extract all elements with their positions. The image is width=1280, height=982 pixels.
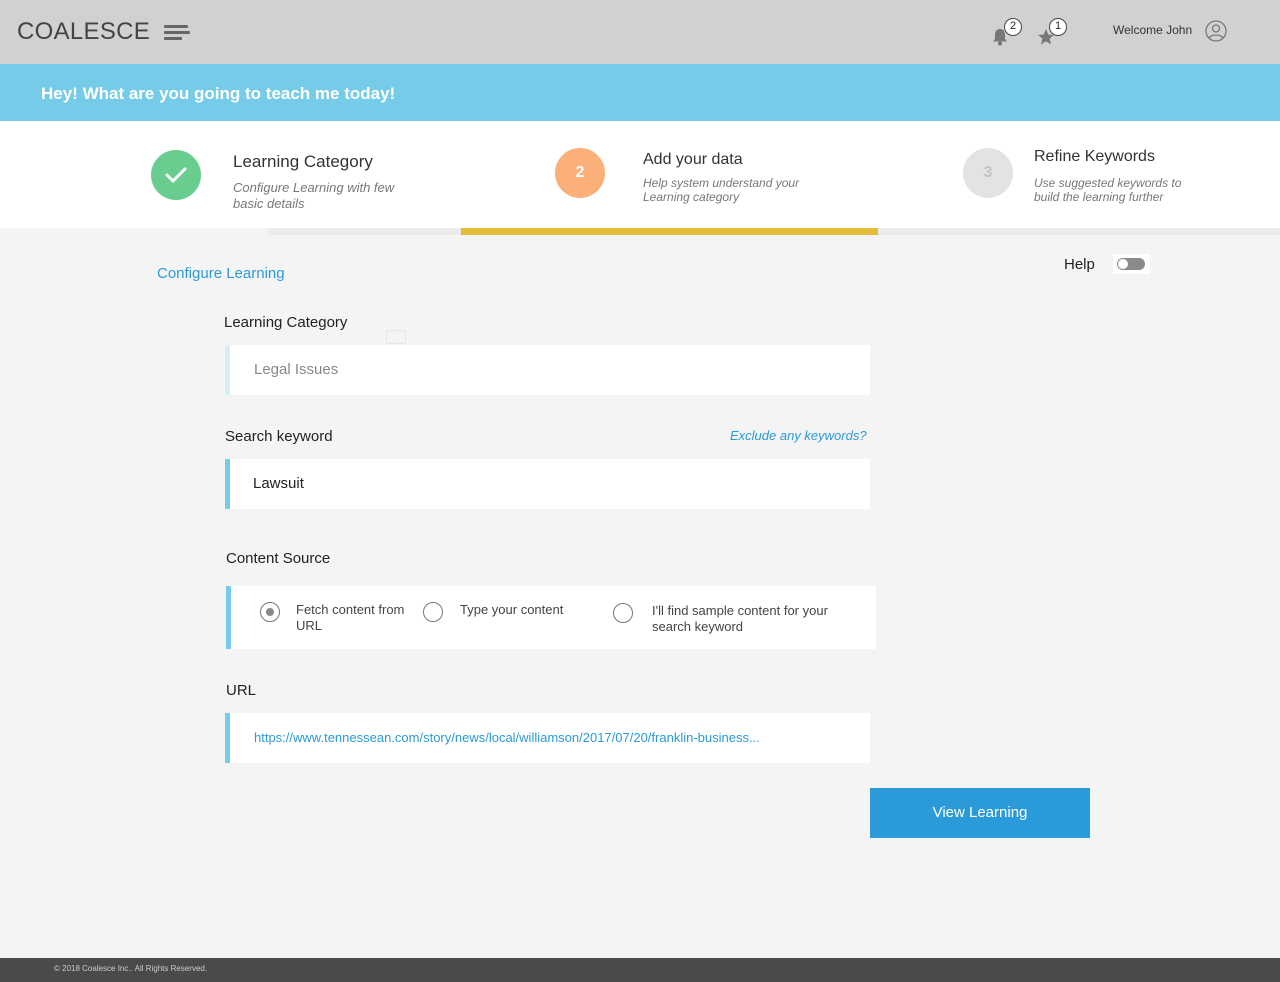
help-toggle[interactable] (1113, 254, 1150, 274)
keyword-label: Search keyword (225, 428, 333, 445)
favorites-button[interactable]: 1 (1037, 18, 1067, 48)
step-1-title: Learning Category (233, 152, 373, 171)
step-3-title: Refine Keywords (1034, 148, 1155, 165)
top-bar: COALESCE 2 1 Welcome John (0, 0, 1280, 64)
step-3-subtitle: Use suggested keywords to build the lear… (1034, 176, 1182, 204)
notifications-button[interactable]: 2 (992, 18, 1022, 48)
url-value: https://www.tennessean.com/story/news/lo… (254, 730, 760, 745)
divider (386, 330, 406, 344)
step-2-subtitle: Help system understand your Learning cat… (643, 176, 800, 204)
brand-logo[interactable]: COALESCE (17, 18, 150, 46)
notification-count-badge: 2 (1004, 18, 1022, 36)
radio-type-content[interactable]: Type your content (423, 602, 593, 622)
category-value: Legal Issues (254, 361, 339, 378)
wizard-steps: Learning Category Configure Learning wit… (0, 121, 1280, 228)
step-3-number: 3 (963, 148, 1013, 198)
checkmark-icon (165, 167, 187, 183)
category-label: Learning Category (224, 314, 348, 331)
radio-fetch-url-label: Fetch content from URL (296, 602, 405, 633)
content-source-options: Fetch content from URL Type your content… (226, 586, 876, 649)
banner-text: Hey! What are you going to teach me toda… (41, 84, 396, 103)
user-avatar-icon[interactable] (1205, 20, 1227, 42)
radio-unchecked-icon (613, 603, 633, 623)
step-2-number: 2 (555, 148, 605, 198)
step-1-complete-icon (151, 150, 201, 200)
copyright-text: © 2018 Coalesce Inc.. All Rights Reserve… (54, 964, 208, 973)
keyword-input[interactable]: Lawsuit (225, 459, 870, 509)
radio-checked-icon (260, 602, 280, 622)
radio-unchecked-icon (423, 602, 443, 622)
step-1-subtitle: Configure Learning with few basic detail… (233, 180, 395, 211)
footer: © 2018 Coalesce Inc.. All Rights Reserve… (0, 958, 1280, 982)
url-input[interactable]: https://www.tennessean.com/story/news/lo… (225, 713, 870, 763)
content-source-label: Content Source (226, 550, 331, 567)
exclude-keywords-link[interactable]: Exclude any keywords? (730, 428, 867, 443)
radio-type-content-label: Type your content (460, 602, 564, 617)
favorites-count-badge: 1 (1049, 18, 1067, 36)
radio-fetch-url[interactable]: Fetch content from URL (260, 602, 410, 636)
radio-sample-content[interactable]: I'll find sample content for your search… (613, 603, 863, 637)
step-2-title: Add your data (643, 151, 743, 168)
category-field: Legal Issues (225, 345, 870, 395)
view-learning-button[interactable]: View Learning (870, 788, 1090, 838)
keyword-value: Lawsuit (253, 475, 304, 492)
configure-learning-link[interactable]: Configure Learning (157, 265, 285, 282)
help-label: Help (1064, 256, 1095, 273)
welcome-text: Welcome John (1113, 23, 1193, 37)
radio-sample-content-label: I'll find sample content for your search… (652, 603, 828, 634)
url-label: URL (226, 682, 257, 699)
progress-indicator (461, 228, 878, 235)
menu-icon[interactable] (164, 25, 190, 41)
welcome-banner: Hey! What are you going to teach me toda… (0, 64, 1280, 121)
